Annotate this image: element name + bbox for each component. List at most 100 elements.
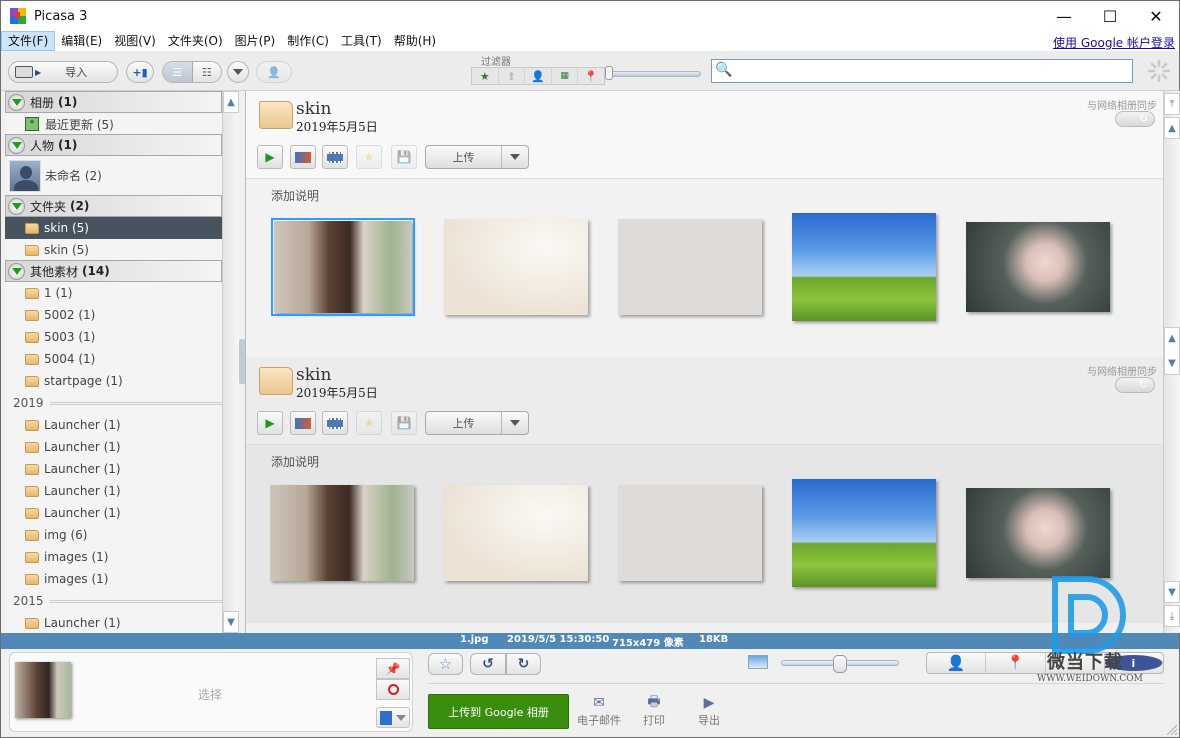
info-icon[interactable]: i <box>1104 653 1163 673</box>
sidebar-folder-item[interactable]: skin (5) <box>5 217 222 239</box>
upload-split-button[interactable]: 上传 <box>425 411 529 435</box>
rotate-right-button[interactable]: ↻ <box>506 653 541 675</box>
slideshow-button[interactable]: ▶ <box>257 411 283 435</box>
sidebar-folder-item[interactable]: 5002 (1) <box>5 304 222 326</box>
people-panel-icon[interactable]: 👤 <box>927 653 987 673</box>
search-box[interactable]: 🔍 <box>711 59 1133 83</box>
collapse-toggle-icon[interactable] <box>8 136 25 154</box>
web-sync-toggle[interactable]: ↻ <box>1115 377 1155 393</box>
add-to-collage-button[interactable] <box>290 411 316 435</box>
photo-thumbnail[interactable] <box>271 218 415 316</box>
collapse-toggle-icon[interactable] <box>8 262 25 280</box>
collapse-toggle-icon[interactable] <box>8 93 25 111</box>
add-to-album-dropdown[interactable] <box>376 707 410 728</box>
save-button[interactable]: 💾 <box>391 145 417 169</box>
sidebar-folder-item[interactable]: images (1) <box>5 568 222 590</box>
close-button[interactable]: ✕ <box>1133 1 1179 31</box>
sidebar-item-recent-updates[interactable]: * 最近更新 (5) <box>5 113 222 135</box>
map-pin-icon[interactable]: 📍 <box>986 653 1046 673</box>
photo-thumbnail[interactable] <box>444 485 588 581</box>
clear-button[interactable] <box>376 679 410 700</box>
section-albums[interactable]: 相册 (1) <box>5 91 222 113</box>
view-mode-toggle[interactable]: ☰ ☷ <box>162 61 222 83</box>
save-button[interactable]: 💾 <box>391 411 417 435</box>
add-to-album-button[interactable]: +▮ <box>126 61 154 83</box>
geotag-filter-icon[interactable]: 📍 <box>578 68 604 84</box>
slideshow-button[interactable]: ▶ <box>257 145 283 169</box>
minimize-button[interactable]: — <box>1041 1 1087 31</box>
sidebar-folder-item[interactable]: skin (5) <box>5 239 222 261</box>
list-view-icon[interactable]: ☰ <box>163 62 192 82</box>
scroll-thumb[interactable]: ▲ ▼ <box>1164 327 1180 375</box>
web-sync-toggle[interactable]: ↻ <box>1115 111 1155 127</box>
section-people[interactable]: 人物 (1) <box>5 134 222 156</box>
scroll-down-icon[interactable]: ▼ <box>223 611 239 633</box>
upload-label[interactable]: 上传 <box>426 412 502 434</box>
upload-dropdown[interactable] <box>502 146 528 168</box>
add-to-collage-button[interactable] <box>290 145 316 169</box>
photo-thumbnail[interactable] <box>444 219 588 315</box>
album-title[interactable]: skin <box>296 99 331 119</box>
menu-picture[interactable]: 图片(P) <box>229 31 282 51</box>
star-button[interactable]: ★ <box>356 411 382 435</box>
scroll-up-icon[interactable]: ▲ <box>223 91 239 113</box>
upload-dropdown[interactable] <box>502 412 528 434</box>
date-filter-slider[interactable] <box>609 71 701 77</box>
search-input[interactable] <box>734 62 1129 80</box>
resize-grip-icon[interactable] <box>1165 723 1177 735</box>
tags-icon[interactable]: 🏷 <box>1046 653 1105 673</box>
star-filter-icon[interactable]: ★ <box>472 68 499 84</box>
main-scrollbar[interactable]: ⤒ ▲ ▲ ▼ ▼ ⤓ <box>1163 91 1180 633</box>
sidebar-scrollbar[interactable]: ▲ ▼ <box>222 91 239 633</box>
tray-photo-thumbnail[interactable] <box>15 662 71 718</box>
photo-thumbnail[interactable] <box>618 485 762 581</box>
people-button[interactable]: 👤 <box>256 61 292 83</box>
movie-filter-icon[interactable]: ▦ <box>552 68 579 84</box>
sidebar-folder-item[interactable]: Launcher (1) <box>5 458 222 480</box>
photo-thumbnail[interactable] <box>618 219 762 315</box>
upload-label[interactable]: 上传 <box>426 146 502 168</box>
photo-thumbnail[interactable] <box>966 222 1110 312</box>
sidebar-folder-item[interactable]: img (6) <box>5 524 222 546</box>
menu-help[interactable]: 帮助(H) <box>388 31 442 51</box>
thumbnail-size-slider-knob[interactable] <box>833 655 847 673</box>
maximize-button[interactable]: ☐ <box>1087 1 1133 31</box>
make-movie-button[interactable] <box>322 411 348 435</box>
sidebar-folder-item[interactable]: Launcher (1) <box>5 414 222 436</box>
sidebar-folder-item[interactable]: Launcher (1) <box>5 502 222 524</box>
photo-thumbnail[interactable] <box>792 479 936 587</box>
album-title[interactable]: skin <box>296 365 331 385</box>
date-filter-slider-knob[interactable] <box>605 66 613 80</box>
menu-view[interactable]: 视图(V) <box>108 31 162 51</box>
sidebar-folder-item[interactable]: startpage (1) <box>5 370 222 392</box>
view-options-dropdown[interactable] <box>227 61 249 83</box>
section-folders[interactable]: 文件夹 (2) <box>5 195 222 217</box>
sidebar-folder-item[interactable]: images (1) <box>5 546 222 568</box>
rotate-left-button[interactable]: ↺ <box>470 653 506 675</box>
menu-file[interactable]: 文件(F) <box>1 31 56 51</box>
tree-view-icon[interactable]: ☷ <box>191 62 222 82</box>
photo-thumbnail[interactable] <box>270 485 414 581</box>
print-button[interactable]: 🖶 打印 <box>629 694 679 730</box>
upload-to-google-photos-button[interactable]: 上传到 Google 相册 <box>428 694 569 729</box>
photo-thumbnail[interactable] <box>792 213 936 321</box>
menu-edit[interactable]: 编辑(E) <box>55 31 108 51</box>
star-photo-button[interactable]: ☆ <box>428 653 463 675</box>
person-filter-icon[interactable]: 👤 <box>525 68 552 84</box>
collapse-toggle-icon[interactable] <box>8 197 25 215</box>
menu-tools[interactable]: 工具(T) <box>335 31 388 51</box>
section-other-materials[interactable]: 其他素材 (14) <box>5 260 222 282</box>
menu-folder[interactable]: 文件夹(O) <box>162 31 229 51</box>
make-movie-button[interactable] <box>322 145 348 169</box>
star-button[interactable]: ★ <box>356 145 382 169</box>
add-caption-field[interactable]: 添加说明 <box>271 453 319 470</box>
menu-create[interactable]: 制作(C) <box>281 31 335 51</box>
scroll-up-icon[interactable]: ▲ <box>1164 117 1180 139</box>
sidebar-folder-item[interactable]: 5003 (1) <box>5 326 222 348</box>
sidebar-folder-item[interactable]: Launcher (1) <box>5 612 222 633</box>
import-button[interactable]: ▶ 导入 <box>8 61 118 83</box>
scroll-top-icon[interactable]: ⤒ <box>1164 93 1180 115</box>
google-login-link[interactable]: 使用 Google 帐户登录 <box>1053 34 1175 51</box>
uploaded-filter-icon[interactable]: ⬆ <box>499 68 526 84</box>
scroll-bottom-icon[interactable]: ⤓ <box>1164 605 1180 627</box>
